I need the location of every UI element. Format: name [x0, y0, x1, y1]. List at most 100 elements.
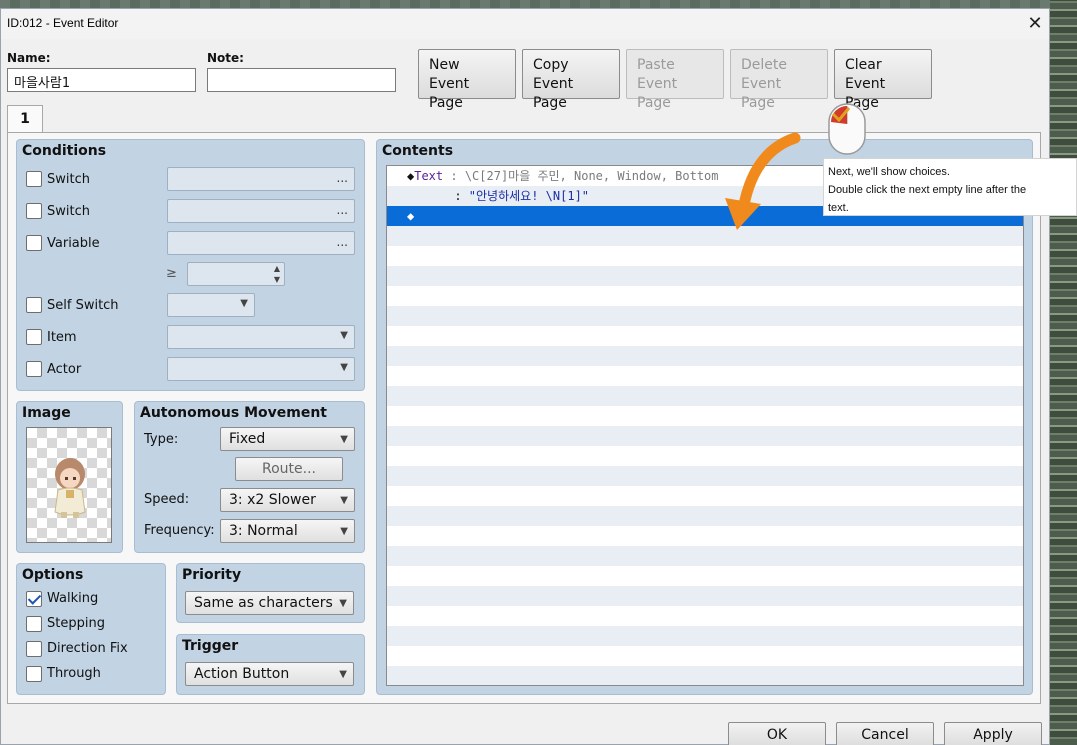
- self-switch-select[interactable]: ▼: [167, 293, 255, 317]
- chevron-down-icon: ▼: [340, 434, 348, 445]
- tooltip-line-2: Double click the next empty line after t…: [828, 184, 1027, 196]
- movement-speed-value: 3: x2 Slower: [229, 492, 316, 508]
- tooltip-line-3: text.: [828, 202, 849, 214]
- tab-page-1[interactable]: 1: [7, 105, 43, 133]
- note-label: Note:: [207, 51, 244, 65]
- actor-select[interactable]: ▼: [167, 357, 355, 381]
- conditions-group: Conditions Switch ... Switch ... Variabl…: [16, 139, 365, 391]
- movement-type-select[interactable]: Fixed ▼: [220, 427, 355, 451]
- window-title: ID:012 - Event Editor: [7, 16, 119, 30]
- frequency-label: Frequency:: [144, 523, 215, 538]
- event-editor-window: ID:012 - Event Editor ✕ Name: 마을사람1 Note…: [0, 8, 1050, 745]
- command-params: \C[27]마을 주민, None, Window, Bottom: [464, 169, 719, 183]
- priority-select[interactable]: Same as characters ▼: [185, 591, 354, 615]
- note-input[interactable]: [207, 68, 396, 92]
- switch1-field[interactable]: ...: [167, 167, 355, 191]
- tooltip-line-1: Next, we'll show choices.: [828, 166, 950, 178]
- spinner-arrows-icon[interactable]: ▲ ▼: [274, 263, 280, 285]
- event-command-list[interactable]: ◆ Text : \C[27]마을 주민, None, Window, Botto…: [386, 165, 1024, 686]
- trigger-title: Trigger: [182, 638, 239, 654]
- walking-checkbox[interactable]: [26, 591, 42, 607]
- options-title: Options: [22, 567, 84, 583]
- event-page-panel: Conditions Switch ... Switch ... Variabl…: [7, 132, 1041, 704]
- through-checkbox[interactable]: [26, 666, 42, 682]
- character-sprite-icon: [54, 458, 86, 518]
- conditions-title: Conditions: [22, 143, 107, 159]
- ellipsis-icon: ...: [336, 171, 348, 185]
- chevron-down-icon: ▼: [340, 495, 348, 506]
- priority-title: Priority: [182, 567, 242, 583]
- variable-checkbox[interactable]: [26, 235, 42, 251]
- message-text: "안녕하세요! \N[1]": [468, 189, 590, 203]
- switch1-label: Switch: [47, 172, 90, 187]
- greater-equal-symbol: ≥: [166, 266, 177, 281]
- command-keyword: Text: [414, 169, 444, 183]
- trigger-select[interactable]: Action Button ▼: [185, 662, 354, 686]
- ellipsis-icon: ...: [336, 235, 348, 249]
- new-event-page-button[interactable]: New Event Page: [418, 49, 516, 111]
- switch2-label: Switch: [47, 204, 90, 219]
- priority-group: Priority Same as characters ▼: [176, 563, 365, 623]
- through-label: Through: [47, 666, 101, 681]
- autonomous-movement-group: Autonomous Movement Type: Fixed ▼ Route..…: [134, 401, 365, 553]
- character-image-preview[interactable]: [26, 427, 112, 543]
- close-icon[interactable]: ✕: [1023, 13, 1047, 35]
- chevron-down-icon: ▼: [340, 362, 348, 373]
- map-background-right: [1050, 0, 1077, 745]
- apply-button[interactable]: Apply: [944, 722, 1042, 745]
- chevron-down-icon: ▼: [340, 526, 348, 537]
- route-button[interactable]: Route...: [235, 457, 343, 481]
- trigger-value: Action Button: [194, 666, 290, 682]
- item-checkbox[interactable]: [26, 329, 42, 345]
- variable-label: Variable: [47, 236, 100, 251]
- autonomous-movement-title: Autonomous Movement: [140, 405, 327, 421]
- ok-button[interactable]: OK: [728, 722, 826, 745]
- contents-group: Contents ◆ Text : \C[27]마을 주민, None, Wind…: [376, 139, 1033, 695]
- movement-type-value: Fixed: [229, 431, 266, 447]
- speed-label: Speed:: [144, 492, 190, 507]
- type-label: Type:: [144, 432, 179, 447]
- image-group: Image: [16, 401, 123, 553]
- continuation-colon: :: [411, 189, 469, 203]
- name-input[interactable]: 마을사람1: [7, 68, 196, 92]
- command-separator: :: [443, 169, 465, 183]
- switch1-checkbox[interactable]: [26, 171, 42, 187]
- delete-event-page-button[interactable]: Delete Event Page: [730, 49, 828, 111]
- copy-event-page-button[interactable]: Copy Event Page: [522, 49, 620, 111]
- item-label: Item: [47, 330, 77, 345]
- name-label: Name:: [7, 51, 51, 65]
- paste-event-page-button[interactable]: Paste Event Page: [626, 49, 724, 111]
- chevron-down-icon: ▼: [340, 330, 348, 341]
- priority-value: Same as characters: [194, 595, 333, 611]
- switch2-checkbox[interactable]: [26, 203, 42, 219]
- stepping-checkbox[interactable]: [26, 616, 42, 632]
- actor-checkbox[interactable]: [26, 361, 42, 377]
- direction-fix-label: Direction Fix: [47, 641, 128, 656]
- variable-value-stepper[interactable]: ▲ ▼: [187, 262, 285, 286]
- self-switch-label: Self Switch: [47, 298, 119, 313]
- cancel-button[interactable]: Cancel: [836, 722, 934, 745]
- trigger-group: Trigger Action Button ▼: [176, 634, 365, 695]
- switch2-field[interactable]: ...: [167, 199, 355, 223]
- item-select[interactable]: ▼: [167, 325, 355, 349]
- ellipsis-icon: ...: [336, 203, 348, 217]
- self-switch-checkbox[interactable]: [26, 297, 42, 313]
- curved-arrow-icon: [725, 132, 801, 230]
- mouse-icon: [828, 103, 866, 155]
- movement-frequency-value: 3: Normal: [229, 523, 298, 539]
- clear-event-page-button[interactable]: Clear Event Page: [834, 49, 932, 111]
- direction-fix-checkbox[interactable]: [26, 641, 42, 657]
- movement-speed-select[interactable]: 3: x2 Slower ▼: [220, 488, 355, 512]
- options-group: Options Walking Stepping Direction Fix T…: [16, 563, 166, 695]
- variable-field[interactable]: ...: [167, 231, 355, 255]
- chevron-down-icon: ▼: [339, 669, 347, 680]
- image-title: Image: [22, 405, 71, 421]
- contents-title: Contents: [382, 143, 454, 159]
- movement-frequency-select[interactable]: 3: Normal ▼: [220, 519, 355, 543]
- diamond-marker-icon: ◆: [407, 209, 415, 223]
- title-bar[interactable]: ID:012 - Event Editor ✕: [1, 9, 1049, 39]
- stepping-label: Stepping: [47, 616, 105, 631]
- chevron-down-icon: ▼: [240, 298, 248, 309]
- tutorial-tooltip: Next, we'll show choices. Double click t…: [823, 158, 1077, 216]
- walking-label: Walking: [47, 591, 99, 606]
